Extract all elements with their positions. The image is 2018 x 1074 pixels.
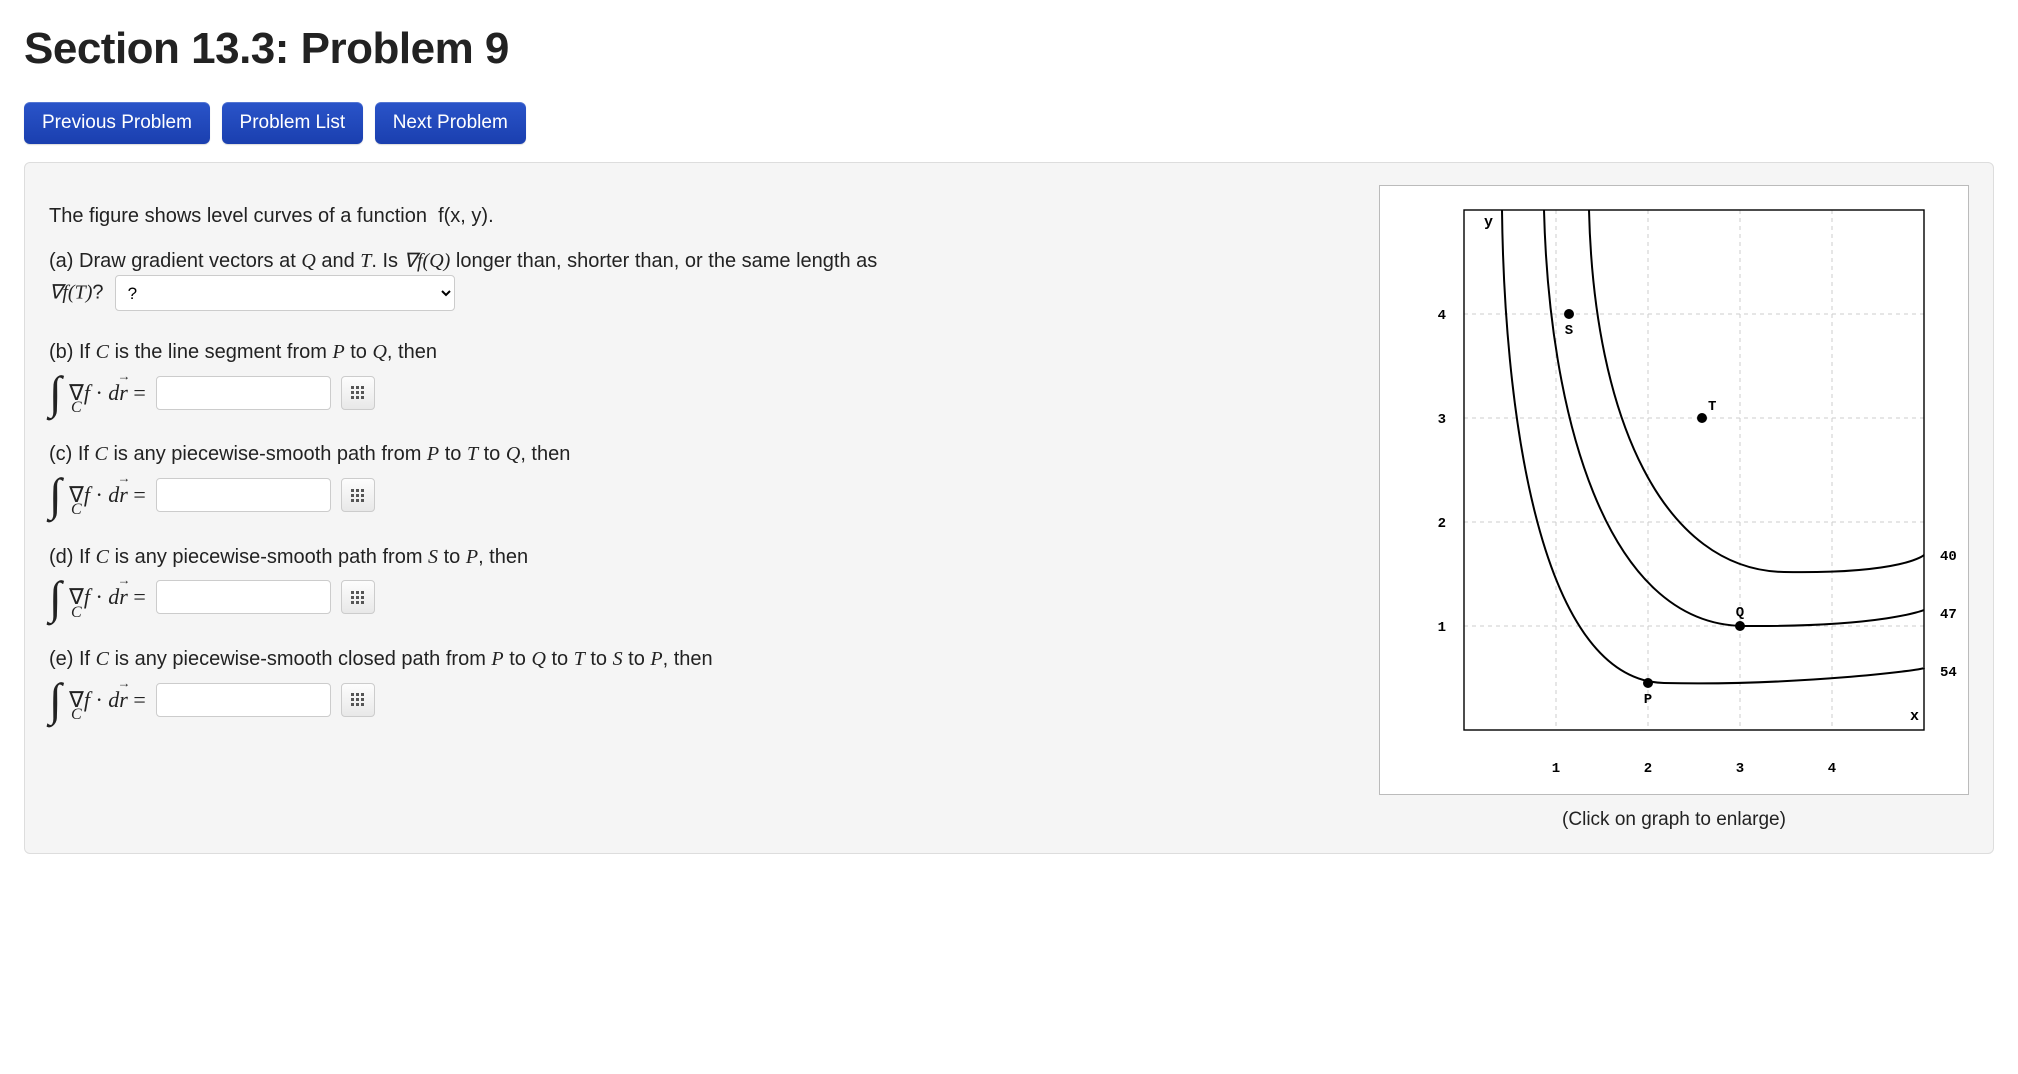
keypad-icon[interactable] bbox=[341, 580, 375, 614]
svg-text:2: 2 bbox=[1644, 761, 1652, 777]
svg-text:y: y bbox=[1484, 214, 1493, 231]
svg-text:S: S bbox=[1565, 323, 1573, 339]
part-d-answer-row: ∫C ∇f · dr = bbox=[49, 577, 1349, 618]
part-b-answer-row: ∫C ∇f · dr = bbox=[49, 372, 1349, 413]
part-b-question: (b) If C is the line segment from P to Q… bbox=[49, 339, 1349, 366]
part-d-question: (d) If C is any piecewise-smooth path fr… bbox=[49, 544, 1349, 571]
keypad-icon[interactable] bbox=[341, 478, 375, 512]
level-curve-graph[interactable]: 1 2 3 4 1 2 3 4 y x 40 47 54 bbox=[1379, 185, 1969, 795]
part-b-input[interactable] bbox=[156, 376, 331, 410]
part-c-answer-row: ∫C ∇f · dr = bbox=[49, 474, 1349, 515]
intro-text: The figure shows level curves of a funct… bbox=[49, 205, 1349, 228]
svg-text:T: T bbox=[1708, 399, 1716, 415]
next-problem-button[interactable]: Next Problem bbox=[375, 102, 526, 144]
page-title: Section 13.3: Problem 9 bbox=[24, 24, 1994, 74]
problem-text: The figure shows level curves of a funct… bbox=[49, 185, 1349, 721]
part-b: (b) If C is the line segment from P to Q… bbox=[49, 339, 1349, 413]
svg-text:2: 2 bbox=[1438, 516, 1446, 532]
integral-expression: ∫C ∇f · dr = bbox=[49, 577, 146, 618]
problem-panel: The figure shows level curves of a funct… bbox=[24, 162, 1994, 854]
svg-text:54: 54 bbox=[1940, 665, 1957, 681]
part-d: (d) If C is any piecewise-smooth path fr… bbox=[49, 544, 1349, 618]
keypad-icon[interactable] bbox=[341, 683, 375, 717]
part-c: (c) If C is any piecewise-smooth path fr… bbox=[49, 441, 1349, 515]
svg-text:4: 4 bbox=[1828, 761, 1836, 777]
integral-expression: ∫C ∇f · dr = bbox=[49, 679, 146, 720]
part-c-question: (c) If C is any piecewise-smooth path fr… bbox=[49, 441, 1349, 468]
part-e: (e) If C is any piecewise-smooth closed … bbox=[49, 646, 1349, 720]
previous-problem-button[interactable]: Previous Problem bbox=[24, 102, 210, 144]
part-e-input[interactable] bbox=[156, 683, 331, 717]
graph-caption: (Click on graph to enlarge) bbox=[1379, 809, 1969, 831]
part-a: (a) Draw gradient vectors at Q and T. Is… bbox=[49, 248, 1349, 311]
problem-list-button[interactable]: Problem List bbox=[222, 102, 364, 144]
part-c-input[interactable] bbox=[156, 478, 331, 512]
keypad-icon[interactable] bbox=[341, 376, 375, 410]
nav-row: Previous Problem Problem List Next Probl… bbox=[24, 102, 1994, 144]
svg-text:4: 4 bbox=[1438, 308, 1446, 324]
svg-text:40: 40 bbox=[1940, 549, 1957, 565]
part-a-question: (a) Draw gradient vectors at Q and T. Is… bbox=[49, 248, 1349, 311]
svg-text:3: 3 bbox=[1438, 412, 1446, 428]
svg-text:P: P bbox=[1644, 692, 1652, 708]
svg-text:x: x bbox=[1910, 708, 1919, 725]
part-d-input[interactable] bbox=[156, 580, 331, 614]
svg-text:Q: Q bbox=[1736, 605, 1744, 621]
part-e-question: (e) If C is any piecewise-smooth closed … bbox=[49, 646, 1349, 673]
integral-expression: ∫C ∇f · dr = bbox=[49, 372, 146, 413]
part-a-select[interactable]: ? bbox=[115, 275, 455, 311]
svg-text:1: 1 bbox=[1438, 620, 1446, 636]
figure-column: 1 2 3 4 1 2 3 4 y x 40 47 54 bbox=[1379, 185, 1969, 831]
svg-text:47: 47 bbox=[1940, 607, 1957, 623]
integral-expression: ∫C ∇f · dr = bbox=[49, 474, 146, 515]
svg-text:3: 3 bbox=[1736, 761, 1744, 777]
svg-text:1: 1 bbox=[1552, 761, 1560, 777]
part-e-answer-row: ∫C ∇f · dr = bbox=[49, 679, 1349, 720]
